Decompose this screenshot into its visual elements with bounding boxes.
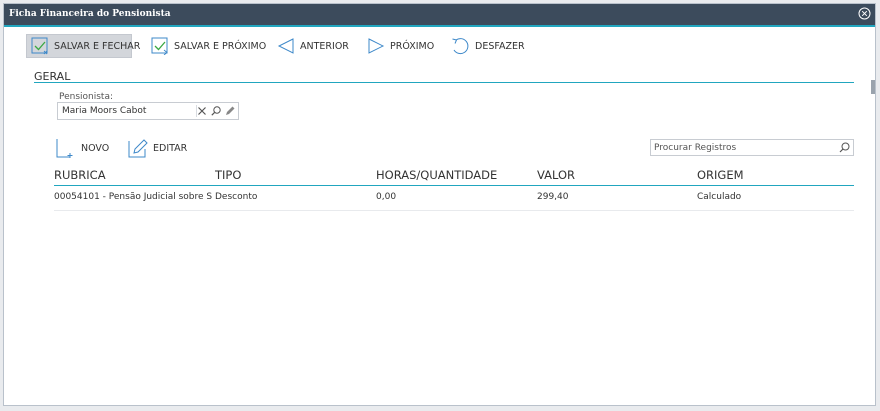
- previous-label: ANTERIOR: [300, 40, 349, 52]
- title-accent-line: [4, 25, 875, 27]
- previous-button[interactable]: ANTERIOR: [277, 34, 349, 58]
- new-document-icon: [56, 139, 73, 158]
- check-icon: [31, 37, 48, 55]
- pensioner-field-tools: [196, 105, 236, 117]
- close-icon[interactable]: [858, 7, 871, 20]
- next-button[interactable]: PRÓXIMO: [367, 34, 434, 58]
- column-header-origem[interactable]: ORIGEM: [697, 168, 744, 182]
- save-close-label: SALVAR E FECHAR: [54, 40, 141, 52]
- pensioner-label: Pensionista:: [59, 92, 114, 102]
- save-close-button[interactable]: SALVAR E FECHAR: [26, 34, 140, 58]
- column-header-valor[interactable]: VALOR: [537, 168, 575, 182]
- title-bar: Ficha Financeira do Pensionista: [4, 4, 875, 25]
- undo-icon: [452, 38, 469, 55]
- table-header: RUBRICA TIPO HORAS/QUANTIDADE VALOR ORIG…: [54, 166, 854, 186]
- cell-rubrica: 00054101 - Pensão Judicial sobre Sa...: [54, 192, 212, 202]
- dialog-window: Ficha Financeira do Pensionista SALVAR E…: [3, 3, 876, 406]
- cell-horas: 0,00: [376, 192, 397, 202]
- search-box: [650, 139, 854, 156]
- pencil-icon[interactable]: [224, 105, 236, 117]
- cell-valor: 299,40: [537, 192, 569, 202]
- search-input[interactable]: [651, 140, 834, 156]
- column-header-tipo[interactable]: TIPO: [215, 168, 241, 182]
- pensioner-value: Maria Moors Cabot: [62, 106, 147, 116]
- arrow-left-icon: [277, 38, 294, 54]
- next-label: PRÓXIMO: [390, 40, 435, 52]
- edit-label: EDITAR: [153, 142, 188, 154]
- cell-tipo: Desconto: [215, 192, 258, 202]
- cell-origem: Calculado: [697, 192, 742, 202]
- clear-icon[interactable]: [196, 105, 208, 117]
- table-row[interactable]: 00054101 - Pensão Judicial sobre Sa... D…: [54, 186, 854, 211]
- column-header-rubrica[interactable]: RUBRICA: [54, 168, 106, 182]
- new-button[interactable]: NOVO: [56, 138, 109, 158]
- save-next-label: SALVAR E PRÓXIMO: [174, 40, 267, 52]
- edit-icon: [128, 139, 148, 158]
- window-title: Ficha Financeira do Pensionista: [9, 9, 171, 19]
- column-header-horas[interactable]: HORAS/QUANTIDADE: [376, 168, 497, 182]
- section-divider: [34, 82, 854, 83]
- scrollbar-handle[interactable]: [871, 80, 875, 94]
- new-label: NOVO: [81, 142, 110, 154]
- search-icon[interactable]: [210, 105, 222, 117]
- save-next-button[interactable]: SALVAR E PRÓXIMO: [151, 34, 266, 58]
- records-table: RUBRICA TIPO HORAS/QUANTIDADE VALOR ORIG…: [54, 166, 854, 211]
- undo-button[interactable]: DESFAZER: [450, 34, 525, 58]
- search-icon[interactable]: [838, 141, 851, 154]
- edit-button[interactable]: EDITAR: [128, 138, 187, 158]
- undo-label: DESFAZER: [475, 40, 525, 52]
- arrow-right-icon: [368, 38, 385, 54]
- pensioner-field[interactable]: Maria Moors Cabot: [57, 102, 239, 120]
- check-next-icon: [151, 37, 168, 55]
